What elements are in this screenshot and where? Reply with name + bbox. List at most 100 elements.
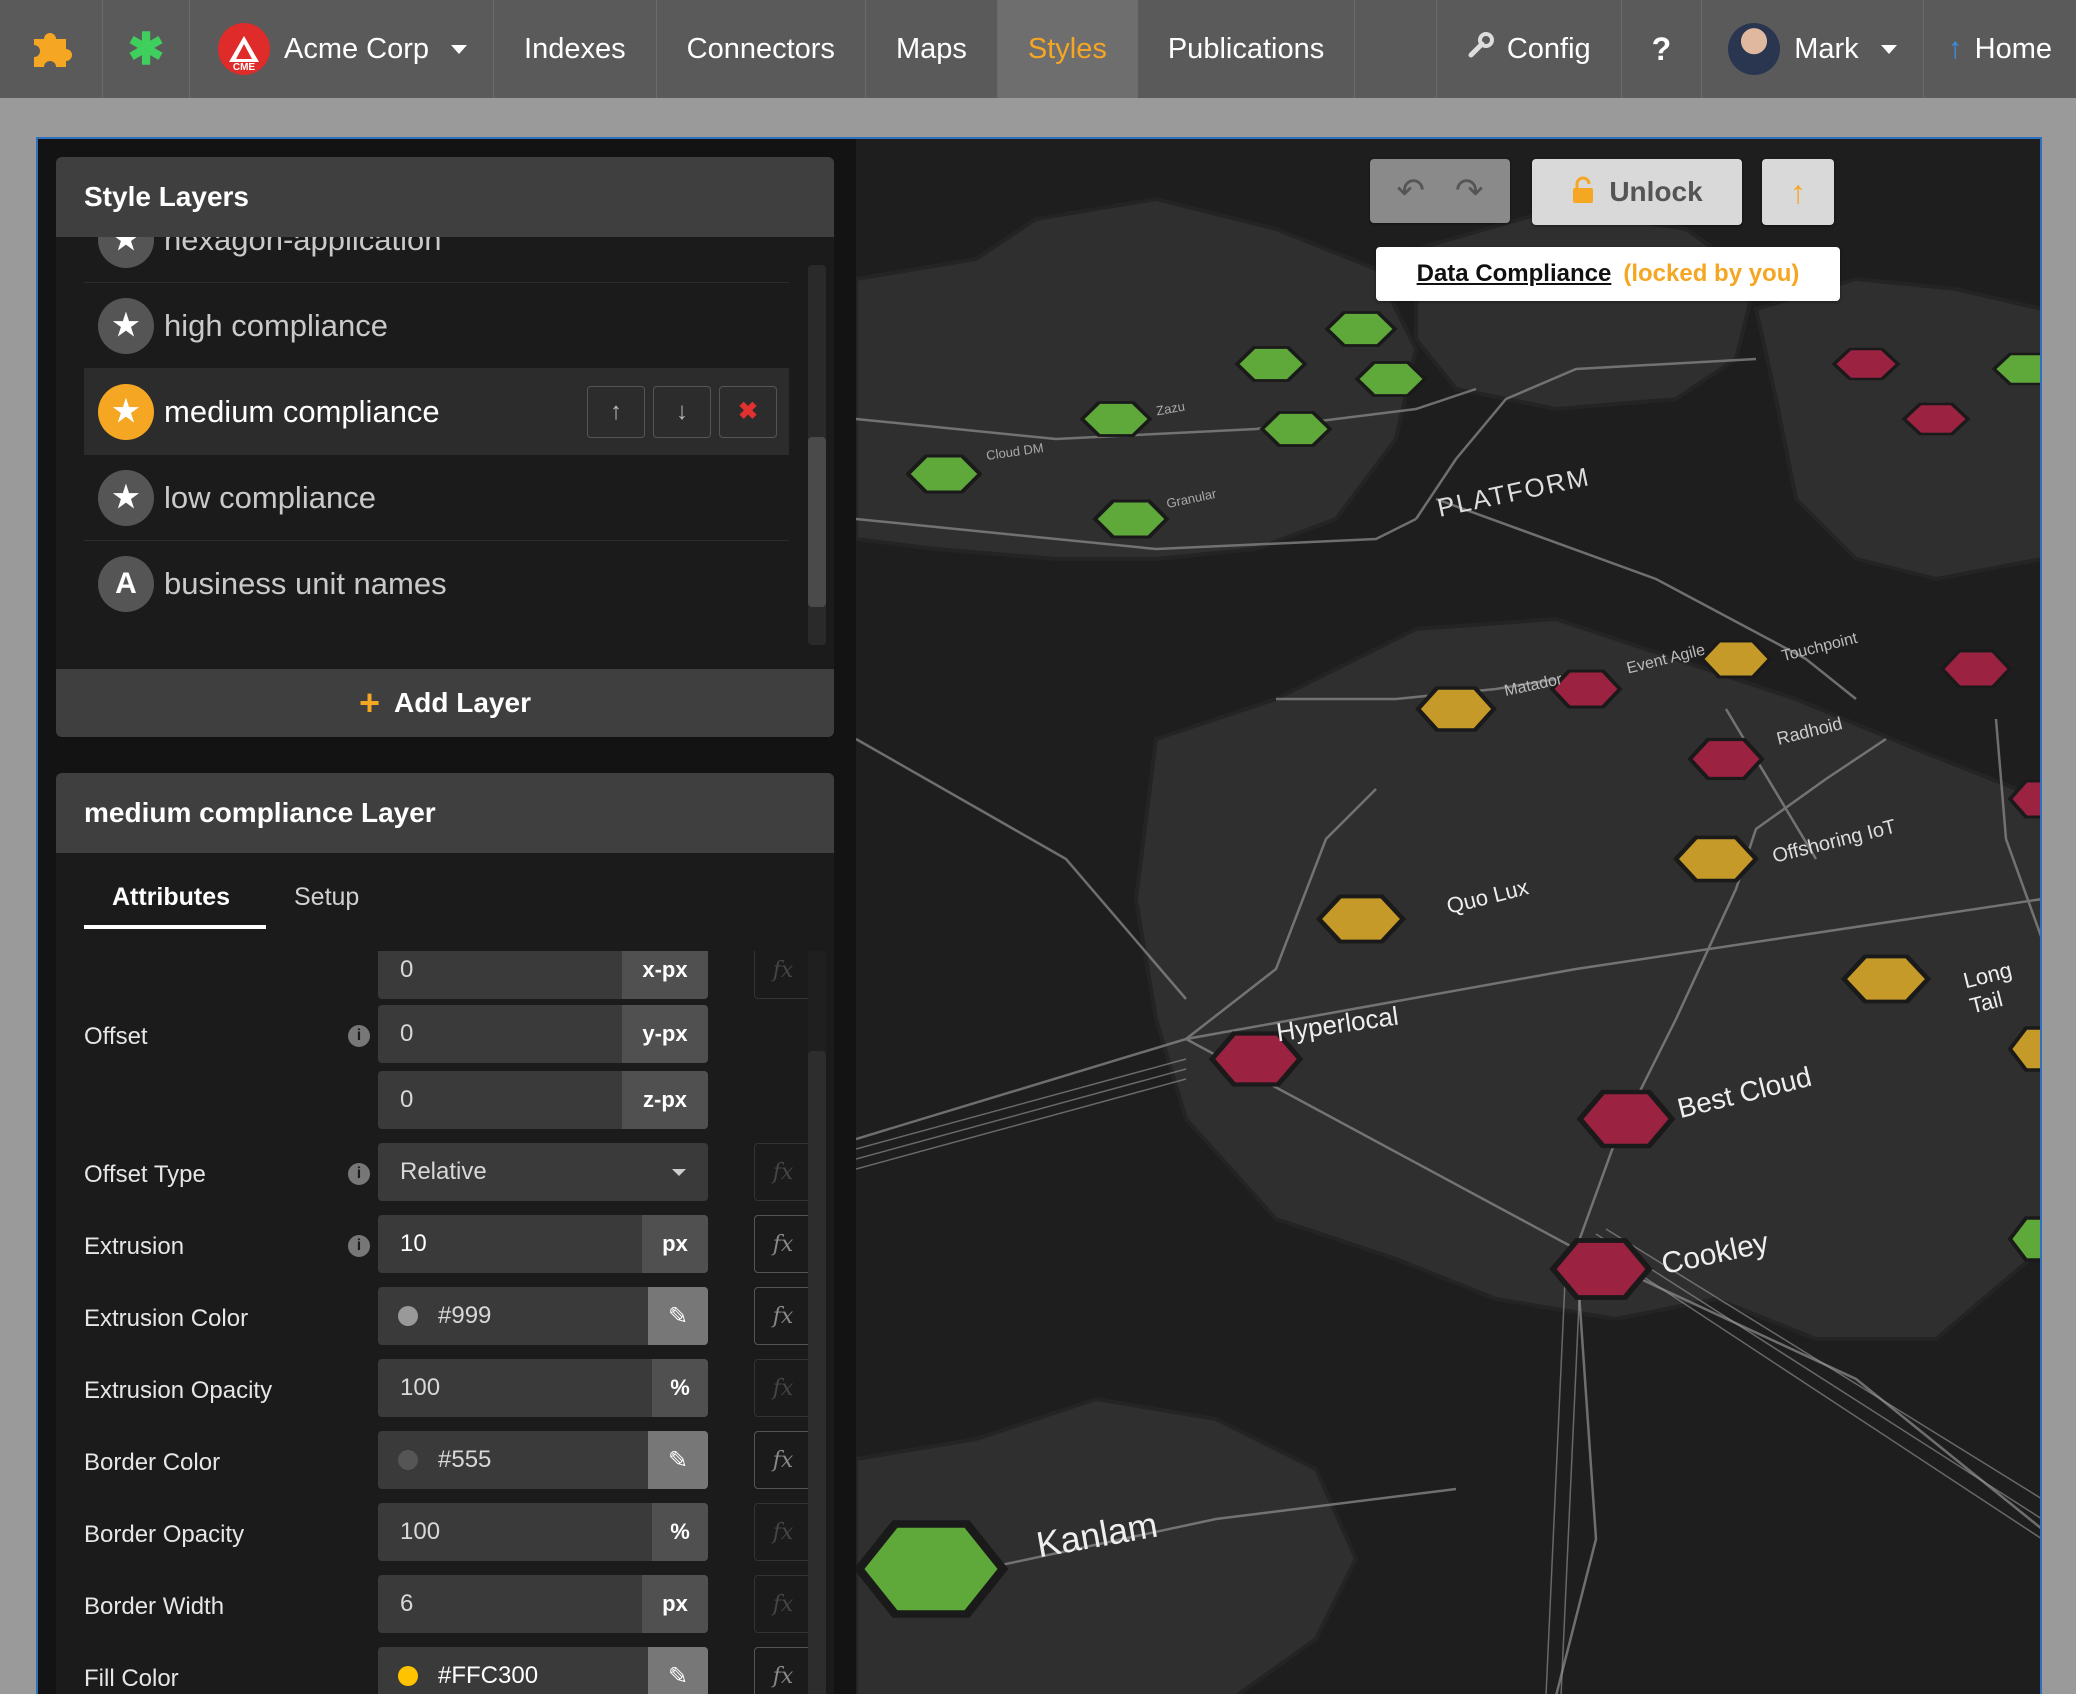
- offset-x-fx-button[interactable]: fx: [754, 951, 812, 999]
- active-tab-underline: [84, 925, 266, 929]
- paintbrush-icon[interactable]: ✎: [648, 1287, 708, 1345]
- unlock-label: Unlock: [1609, 176, 1703, 207]
- border-width-fx-button[interactable]: fx: [754, 1575, 812, 1633]
- border-color-fx-button[interactable]: fx: [754, 1431, 812, 1489]
- star-icon: ★: [98, 383, 154, 440]
- plus-icon: +: [359, 682, 381, 723]
- layer-item[interactable]: ★ high compliance: [84, 283, 789, 369]
- arrow-up-icon: ↑: [1790, 173, 1806, 210]
- nav-publications[interactable]: Publications: [1138, 0, 1356, 98]
- user-menu[interactable]: Mark: [1702, 0, 1924, 98]
- map-name-link[interactable]: Data Compliance: [1417, 260, 1612, 288]
- user-name: Mark: [1794, 32, 1859, 65]
- offset-x-input[interactable]: 0 x-px: [378, 951, 708, 999]
- layer-editor-title: medium compliance Layer: [56, 773, 834, 853]
- top-navbar: ✱ CME Acme Corp Indexes Connectors Maps …: [0, 0, 2076, 98]
- fill-color-label: Fill Color: [84, 1665, 179, 1692]
- layer-name: business unit names: [164, 566, 447, 601]
- nav-connectors[interactable]: Connectors: [657, 0, 866, 98]
- avatar: [1728, 23, 1781, 75]
- extrusion-opacity-input[interactable]: 100 %: [378, 1359, 708, 1417]
- nav-indexes[interactable]: Indexes: [494, 0, 657, 98]
- color-swatch: [398, 1306, 418, 1326]
- border-width-input[interactable]: 6 px: [378, 1575, 708, 1633]
- extrusion-color-input[interactable]: #999 ✎: [378, 1287, 708, 1345]
- extrusion-opacity-fx-button[interactable]: fx: [754, 1359, 812, 1417]
- layer-item[interactable]: ★ hexagon-application: [84, 237, 789, 283]
- extrusion-label: Extrusion: [84, 1233, 185, 1260]
- offset-label: Offset: [84, 1023, 148, 1050]
- tab-attributes[interactable]: Attributes: [112, 883, 230, 912]
- config-label: Config: [1506, 32, 1591, 65]
- config-button[interactable]: Config: [1437, 0, 1622, 98]
- color-swatch: [398, 1666, 418, 1686]
- border-width-label: Border Width: [84, 1593, 225, 1620]
- paintbrush-icon[interactable]: ✎: [648, 1431, 708, 1489]
- map-name-badge: Data Compliance (locked by you): [1376, 247, 1840, 301]
- add-layer-label: Add Layer: [394, 687, 531, 718]
- offset-y-input[interactable]: 0 y-px: [378, 1005, 708, 1063]
- unlock-button[interactable]: Unlock: [1532, 159, 1742, 225]
- info-icon[interactable]: i: [348, 1025, 370, 1047]
- layer-editor-panel: medium compliance Layer Attributes Setup…: [56, 773, 834, 1694]
- arrow-up-icon: ↑: [1947, 32, 1963, 65]
- extrusion-opacity-label: Extrusion Opacity: [84, 1377, 273, 1404]
- layer-name: high compliance: [164, 307, 389, 343]
- extrusion-color-fx-button[interactable]: fx: [754, 1287, 812, 1345]
- extrusion-input[interactable]: 10 px: [378, 1215, 708, 1273]
- layer-list-scrollbar[interactable]: [808, 265, 826, 645]
- publish-up-button[interactable]: ↑: [1762, 159, 1834, 225]
- star-icon: ★: [98, 297, 154, 354]
- layer-name: medium compliance: [164, 393, 440, 429]
- lock-icon: [1571, 176, 1595, 209]
- nav-spacer: [1355, 0, 1437, 98]
- info-icon[interactable]: i: [348, 1163, 370, 1185]
- undo-redo-group: ↶ ↷: [1370, 159, 1510, 223]
- tab-setup[interactable]: Setup: [294, 883, 359, 912]
- org-logo-text: CME: [232, 62, 256, 73]
- puzzle-logo-icon[interactable]: [0, 0, 103, 98]
- fill-color-fx-button[interactable]: fx: [754, 1647, 812, 1694]
- fill-color-input[interactable]: #FFC300 ✎: [378, 1647, 708, 1694]
- attributes-scrollbar[interactable]: [808, 951, 826, 1694]
- border-opacity-input[interactable]: 100 %: [378, 1503, 708, 1561]
- wrench-icon: [1467, 31, 1495, 67]
- border-opacity-fx-button[interactable]: fx: [754, 1503, 812, 1561]
- workspace: PLATFORM Hyperlocal Best Cloud Cookley K…: [36, 137, 2042, 1694]
- extrusion-color-label: Extrusion Color: [84, 1305, 249, 1332]
- add-layer-button[interactable]: + Add Layer: [56, 669, 834, 737]
- nav-styles[interactable]: Styles: [997, 0, 1138, 98]
- move-up-button[interactable]: ↑: [587, 385, 645, 438]
- help-button[interactable]: ?: [1622, 0, 1703, 98]
- nav-maps[interactable]: Maps: [866, 0, 998, 98]
- paintbrush-icon[interactable]: ✎: [648, 1647, 708, 1694]
- move-down-button[interactable]: ↓: [653, 385, 711, 438]
- border-opacity-label: Border Opacity: [84, 1521, 245, 1548]
- org-selector[interactable]: CME Acme Corp: [190, 0, 495, 98]
- delete-layer-button[interactable]: ✖: [719, 385, 777, 438]
- star-icon: ★: [98, 469, 154, 526]
- layer-item[interactable]: ★ low compliance: [84, 455, 789, 541]
- offset-type-fx-button[interactable]: fx: [754, 1143, 812, 1201]
- asterisk-icon[interactable]: ✱: [103, 0, 190, 98]
- info-icon[interactable]: i: [348, 1235, 370, 1257]
- offset-type-label: Offset Type: [84, 1161, 206, 1188]
- org-logo-icon: CME: [218, 23, 270, 75]
- lock-status: (locked by you): [1623, 260, 1800, 287]
- layer-name: low compliance: [164, 479, 376, 515]
- border-color-label: Border Color: [84, 1449, 221, 1476]
- layer-item-selected[interactable]: ★ medium compliance ↑ ↓ ✖: [84, 369, 789, 455]
- layer-item[interactable]: A business unit names: [84, 541, 789, 627]
- home-button[interactable]: ↑ Home: [1924, 0, 2076, 98]
- offset-type-select[interactable]: Relative: [378, 1143, 708, 1201]
- undo-icon[interactable]: ↶: [1397, 171, 1426, 211]
- chevron-down-icon: [451, 44, 468, 54]
- style-layers-title: Style Layers: [56, 157, 834, 237]
- help-icon: ?: [1651, 30, 1672, 67]
- offset-z-input[interactable]: 0 z-px: [378, 1071, 708, 1129]
- extrusion-fx-button[interactable]: fx: [754, 1215, 812, 1273]
- border-color-input[interactable]: #555 ✎: [378, 1431, 708, 1489]
- attributes-form: 0 x-px fx Offset i 0 y-px 0 z-px Offset …: [56, 951, 834, 1694]
- redo-icon[interactable]: ↷: [1455, 171, 1484, 211]
- map-canvas[interactable]: PLATFORM Hyperlocal Best Cloud Cookley K…: [856, 139, 2040, 1694]
